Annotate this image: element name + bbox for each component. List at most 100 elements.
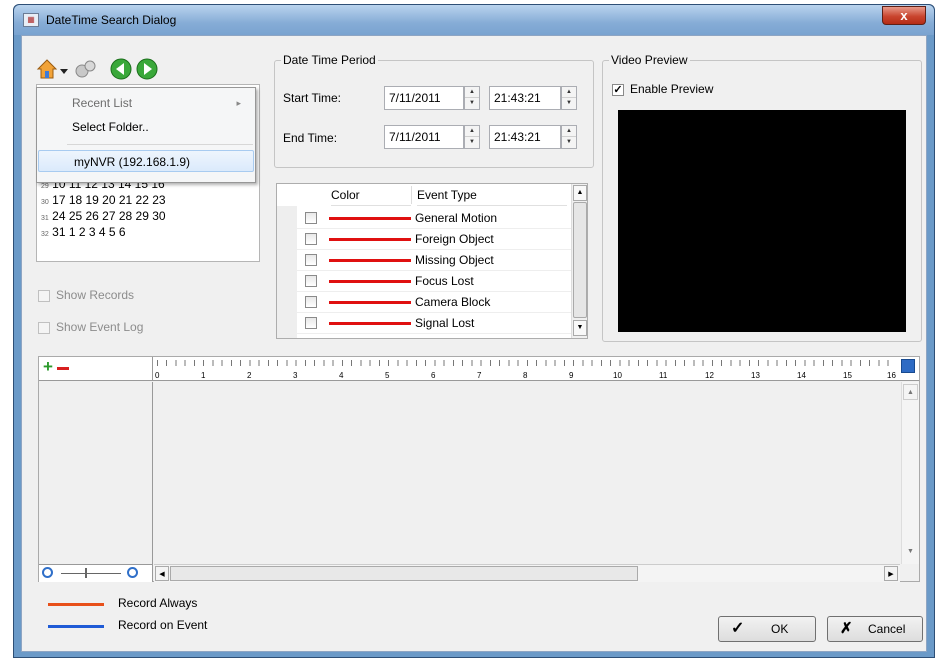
timeline-calendar-icon[interactable] <box>901 359 915 373</box>
enable-preview-checkbox[interactable]: ✓ <box>612 84 624 96</box>
scroll-up-icon[interactable]: ▲ <box>903 384 918 400</box>
add-icon[interactable]: + <box>43 358 53 376</box>
col-header-color[interactable]: Color <box>331 184 411 206</box>
chevron-down-icon[interactable] <box>60 64 68 74</box>
end-time-label: End Time: <box>283 131 338 145</box>
dialog-window: ▦ DateTime Search Dialog x 29 10 11 12 1… <box>13 4 935 658</box>
start-date-spinner[interactable]: ▲ ▼ <box>464 86 480 110</box>
event-color-line <box>329 238 411 241</box>
menu-item-recent-list[interactable]: Recent List ▸ <box>37 92 255 114</box>
tick-label: 12 <box>705 371 714 380</box>
time-ruler: 0 1 2 3 4 5 6 7 8 9 10 11 12 13 14 15 16 <box>153 357 919 381</box>
title-bar[interactable]: ▦ DateTime Search Dialog x <box>14 5 934 35</box>
start-time-input[interactable]: 21:43:21 <box>489 86 561 110</box>
event-color-line <box>329 217 411 220</box>
timeline-hscrollbar[interactable]: ◀ ▶ <box>154 564 900 582</box>
scroll-down-icon[interactable]: ▼ <box>573 320 587 336</box>
week-number: 31 <box>41 215 49 222</box>
ruler-ticks <box>157 360 897 366</box>
calendar-week-row: 31 24 25 26 27 28 29 30 <box>41 209 166 223</box>
timeline-header-left: + <box>39 357 153 381</box>
cancel-button-label: Cancel <box>868 622 906 636</box>
submenu-arrow-icon: ▸ <box>236 98 241 108</box>
end-time-spinner[interactable]: ▲ ▼ <box>561 125 577 149</box>
tick-label: 0 <box>155 371 160 380</box>
calendar-week-row: 32 31 1 2 3 4 5 6 <box>41 225 126 239</box>
event-checkbox[interactable] <box>305 317 317 329</box>
calendar-days[interactable]: 31 1 2 3 4 5 6 <box>52 225 125 239</box>
tick-label: 4 <box>339 371 344 380</box>
zoom-out-icon[interactable] <box>42 567 53 578</box>
event-row[interactable]: Focus Lost <box>277 271 571 292</box>
cancel-button[interactable]: ✗ Cancel <box>827 616 923 642</box>
event-checkbox[interactable] <box>305 296 317 308</box>
event-row[interactable]: Foreign Object <box>277 229 571 250</box>
cross-icon: ✗ <box>840 620 853 637</box>
end-date-spinner[interactable]: ▲ ▼ <box>464 125 480 149</box>
event-checkbox[interactable] <box>305 212 317 224</box>
scroll-right-icon[interactable]: ▶ <box>884 566 898 581</box>
menu-item-mynvr[interactable]: myNVR (192.168.1.9) <box>38 150 254 172</box>
event-row[interactable]: General Motion <box>277 208 571 229</box>
show-event-log-label: Show Event Log <box>56 320 144 334</box>
calendar-week-row: 30 17 18 19 20 21 22 23 <box>41 193 166 207</box>
app-icon: ▦ <box>23 13 39 27</box>
scroll-thumb[interactable] <box>573 202 587 318</box>
tick-label: 15 <box>843 371 852 380</box>
tick-label: 16 <box>887 371 896 380</box>
event-color-line <box>329 322 411 325</box>
menu-item-label: Recent List <box>72 96 133 110</box>
calendar-days[interactable]: 24 25 26 27 28 29 30 <box>52 209 165 223</box>
scroll-hthumb[interactable] <box>170 566 638 581</box>
event-checkbox[interactable] <box>305 233 317 245</box>
zoom-slider[interactable] <box>61 573 121 574</box>
event-row[interactable]: Missing Object <box>277 250 571 271</box>
scroll-up-icon[interactable]: ▲ <box>573 185 587 201</box>
col-header-event-type[interactable]: Event Type <box>417 184 567 206</box>
close-button[interactable]: x <box>882 6 926 25</box>
group-title: Video Preview <box>609 53 690 67</box>
scroll-down-icon[interactable]: ▼ <box>903 544 918 560</box>
date-time-period-group: Date Time Period <box>274 53 594 168</box>
start-time-spinner[interactable]: ▲ ▼ <box>561 86 577 110</box>
forward-arrow-icon[interactable] <box>136 58 158 80</box>
end-date-input[interactable]: 7/11/2011 <box>384 125 464 149</box>
show-records-checkbox[interactable] <box>38 290 50 302</box>
event-type-label: Signal Lost <box>415 316 475 330</box>
event-type-table: Color Event Type General Motion Foreign … <box>276 183 588 339</box>
back-arrow-icon[interactable] <box>110 58 132 80</box>
timeline-vscrollbar[interactable]: ▲ ▼ <box>901 382 919 564</box>
show-records-label: Show Records <box>56 288 135 302</box>
event-row[interactable]: Signal Lost <box>277 313 571 334</box>
start-date-input[interactable]: 7/11/2011 <box>384 86 464 110</box>
event-color-line <box>329 259 411 262</box>
menu-item-select-folder[interactable]: Select Folder.. <box>37 116 255 138</box>
event-checkbox[interactable] <box>305 254 317 266</box>
event-type-label: Missing Object <box>415 253 494 267</box>
tick-label: 13 <box>751 371 760 380</box>
legend-line-record-on-event <box>48 625 104 628</box>
legend-label-record-always: Record Always <box>118 596 198 610</box>
week-number: 29 <box>41 183 49 190</box>
tick-label: 9 <box>569 371 574 380</box>
table-scrollbar[interactable]: ▲ ▼ <box>571 184 587 338</box>
calendar-days[interactable]: 17 18 19 20 21 22 23 <box>52 193 165 207</box>
start-time-label: Start Time: <box>283 91 342 105</box>
remove-icon[interactable] <box>57 367 69 370</box>
end-time-input[interactable]: 21:43:21 <box>489 125 561 149</box>
zoom-in-icon[interactable] <box>127 567 138 578</box>
video-preview-pane <box>618 110 906 332</box>
event-checkbox[interactable] <box>305 275 317 287</box>
event-color-line <box>329 301 411 304</box>
home-dropdown-menu: Recent List ▸ Select Folder.. myNVR (192… <box>36 87 256 183</box>
event-row[interactable]: Camera Block <box>277 292 571 313</box>
zoom-slider-thumb[interactable] <box>85 568 87 578</box>
ok-button[interactable]: ✓ OK <box>718 616 816 642</box>
event-type-label: Foreign Object <box>415 232 494 246</box>
week-number: 30 <box>41 199 49 206</box>
scroll-left-icon[interactable]: ◀ <box>155 566 169 581</box>
network-icon[interactable] <box>74 58 98 80</box>
tick-label: 5 <box>385 371 390 380</box>
show-event-log-checkbox[interactable] <box>38 322 50 334</box>
home-icon[interactable] <box>36 58 58 80</box>
